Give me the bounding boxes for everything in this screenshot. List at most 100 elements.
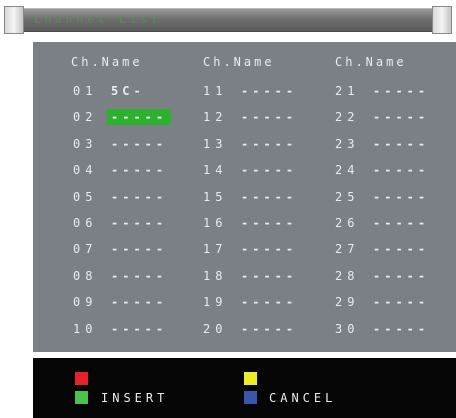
channel-row[interactable]: 10 ----- [73,321,183,337]
channel-row[interactable]: 07 ----- [73,241,183,257]
channel-number: 16 [203,216,228,230]
channel-row[interactable]: 15 ----- [203,189,313,205]
channel-name[interactable]: ----- [107,215,171,231]
channel-name[interactable]: ----- [237,162,301,178]
channel-row[interactable]: 11 ----- [203,83,313,99]
channel-name[interactable]: ----- [107,162,171,178]
menu-title: Channel List [34,13,162,26]
channel-name[interactable]: ----- [237,294,301,310]
channel-row[interactable]: 25 ----- [335,189,445,205]
channel-row[interactable]: 09 ----- [73,294,183,310]
channel-number: 15 [203,189,228,204]
channel-row[interactable]: 03 ----- [73,136,183,152]
red-button-icon [75,372,88,385]
channel-number: 18 [203,268,228,283]
title-bar: Channel List [4,6,452,34]
channel-name[interactable]: ----- [107,268,171,284]
title-bar-right-cap [432,6,452,34]
channel-name[interactable]: ----- [369,83,433,99]
channel-row[interactable]: 23 ----- [335,136,445,152]
channel-name[interactable]: ----- [107,241,171,257]
channel-name-selected[interactable]: ----- [107,109,172,126]
channel-name[interactable]: ----- [369,294,433,310]
blue-button-icon [244,391,257,404]
channel-row[interactable]: 17 ----- [203,241,313,257]
channel-row[interactable]: 06 ----- [73,215,183,231]
channel-number: 04 [73,163,98,178]
channel-number: 03 [73,136,98,151]
channel-number: 01 [73,84,98,98]
channel-number: 13 [203,136,228,151]
green-button-icon [75,391,88,404]
channel-number: 11 [203,84,228,98]
column-header-2: Ch.Name [203,55,275,69]
channel-row[interactable]: 27 ----- [335,241,445,257]
channel-number: 05 [73,189,98,204]
channel-row[interactable]: 30 ----- [335,321,445,337]
channel-row[interactable]: 02 ----- [73,109,183,126]
channel-row[interactable]: 16 ----- [203,215,313,231]
channel-row[interactable]: 01 5C- [73,83,183,99]
channel-name[interactable]: ----- [369,241,433,257]
channel-number: 20 [203,321,228,336]
channel-name[interactable]: ----- [107,136,171,152]
channel-row[interactable]: 04 ----- [73,162,183,178]
channel-row[interactable]: 12 ----- [203,109,313,125]
button-legend: INSERT CANCEL [33,358,456,418]
channel-row[interactable]: 05 ----- [73,189,183,205]
channel-row[interactable]: 24 ----- [335,162,445,178]
channel-row[interactable]: 20 ----- [203,321,313,337]
channel-name[interactable]: ----- [369,136,433,152]
channel-row[interactable]: 19 ----- [203,294,313,310]
channel-name[interactable]: ----- [237,136,301,152]
channel-name[interactable]: ----- [369,268,433,284]
channel-number: 14 [203,163,228,178]
column-header-1: Ch.Name [71,55,143,69]
channel-number: 06 [73,216,98,230]
channel-name[interactable]: ----- [237,268,301,284]
column-header-3: Ch.Name [335,55,407,69]
yellow-button-icon [244,372,257,385]
channel-name[interactable]: ----- [369,321,433,337]
channel-number: 17 [203,242,228,257]
channel-name[interactable]: ----- [237,189,301,205]
channel-name[interactable]: ----- [237,83,301,99]
channel-number: 07 [73,242,98,257]
channel-number: 24 [335,163,360,178]
title-bar-left-cap [4,6,24,34]
channel-name[interactable]: ----- [369,215,433,231]
channel-number: 10 [73,321,98,336]
channel-name[interactable]: ----- [237,215,301,231]
cancel-label: CANCEL [269,391,337,405]
channel-number: 19 [203,295,228,310]
channel-row[interactable]: 08 ----- [73,268,183,284]
channel-number: 21 [335,84,360,98]
channel-number: 28 [335,268,360,283]
channel-row[interactable]: 28 ----- [335,268,445,284]
channel-row[interactable]: 29 ----- [335,294,445,310]
channel-name[interactable]: ----- [107,189,171,205]
channel-number: 25 [335,189,360,204]
channel-name[interactable]: ----- [237,321,301,337]
channel-name[interactable]: ----- [107,321,171,337]
channel-number: 30 [335,321,360,336]
channel-number: 08 [73,268,98,283]
channel-number: 09 [73,295,98,310]
channel-name[interactable]: 5C- [107,83,149,99]
channel-row[interactable]: 26 ----- [335,215,445,231]
channel-name[interactable]: ----- [107,294,171,310]
channel-row[interactable]: 14 ----- [203,162,313,178]
channel-name[interactable]: ----- [237,109,301,125]
channel-name[interactable]: ----- [369,162,433,178]
channel-name[interactable]: ----- [369,109,433,125]
channel-number: 26 [335,216,360,230]
channel-number: 22 [335,110,360,125]
channel-name[interactable]: ----- [237,241,301,257]
channel-name[interactable]: ----- [369,189,433,205]
channel-row[interactable]: 22 ----- [335,109,445,125]
channel-number: 02 [73,110,98,125]
channel-row[interactable]: 21 ----- [335,83,445,99]
channel-row[interactable]: 18 ----- [203,268,313,284]
channel-row[interactable]: 13 ----- [203,136,313,152]
channel-list-panel: Ch.Name Ch.Name Ch.Name 01 5C- 02 ----- 03 --… [33,42,456,352]
